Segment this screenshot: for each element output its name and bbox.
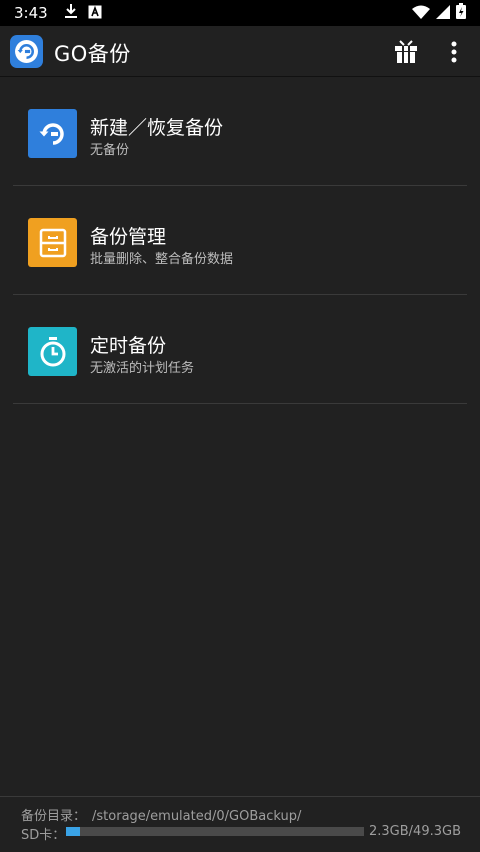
gift-button[interactable] [390,36,422,68]
cabinet-icon [39,228,66,257]
battery-icon [456,3,466,23]
wifi-icon [412,4,430,23]
gift-icon [395,40,417,63]
item-subtitle: 批量删除、整合备份数据 [90,252,234,267]
app-logo [10,35,43,68]
item-subtitle: 无激活的计划任务 [90,361,195,376]
backup-directory-label: 备份目录： [21,809,87,824]
a-icon [88,4,102,23]
list-item-new-restore-backup[interactable]: 新建／恢复备份 无备份 [0,77,480,186]
item-subtitle: 无备份 [90,143,130,158]
app-toolbar: GO备份 [0,26,480,77]
storage-usage-bar [66,827,364,836]
scheduled-backup-tile [28,327,77,376]
item-title: 新建／恢复备份 [90,117,224,139]
more-options-button[interactable] [438,36,470,68]
more-vert-icon [451,41,457,63]
storage-usage-text: 2.3GB/49.3GB [369,824,461,839]
storage-footer: 备份目录：/storage/emulated/0/GOBackup/ SD卡： … [0,796,480,852]
timer-icon [40,336,65,366]
signal-icon [436,4,450,23]
restore-icon [15,40,38,63]
item-title: 备份管理 [90,226,167,248]
list-item-scheduled-backup[interactable]: 定时备份 无激活的计划任务 [0,295,480,404]
backup-directory-path: /storage/emulated/0/GOBackup/ [92,809,302,824]
list-item-backup-management[interactable]: 备份管理 批量删除、整合备份数据 [0,186,480,295]
status-bar: 3:43 [0,0,480,26]
item-title: 定时备份 [90,335,167,357]
sd-card-label: SD卡： [21,828,66,843]
backup-directory: 备份目录： /storage/emulated/0/GOBackup/ [21,805,301,824]
download-icon [64,3,78,23]
restore-icon [39,122,64,145]
status-time: 3:43 [14,4,48,22]
app-title: GO备份 [54,42,131,66]
storage-usage-fill [66,827,80,836]
divider [13,403,467,404]
feature-list: 新建／恢复备份 无备份 备份管理 批量删除、整合备份数据 定时备份 无激活的计划… [0,77,480,404]
backup-management-tile [28,218,77,267]
new-restore-tile [28,109,77,158]
